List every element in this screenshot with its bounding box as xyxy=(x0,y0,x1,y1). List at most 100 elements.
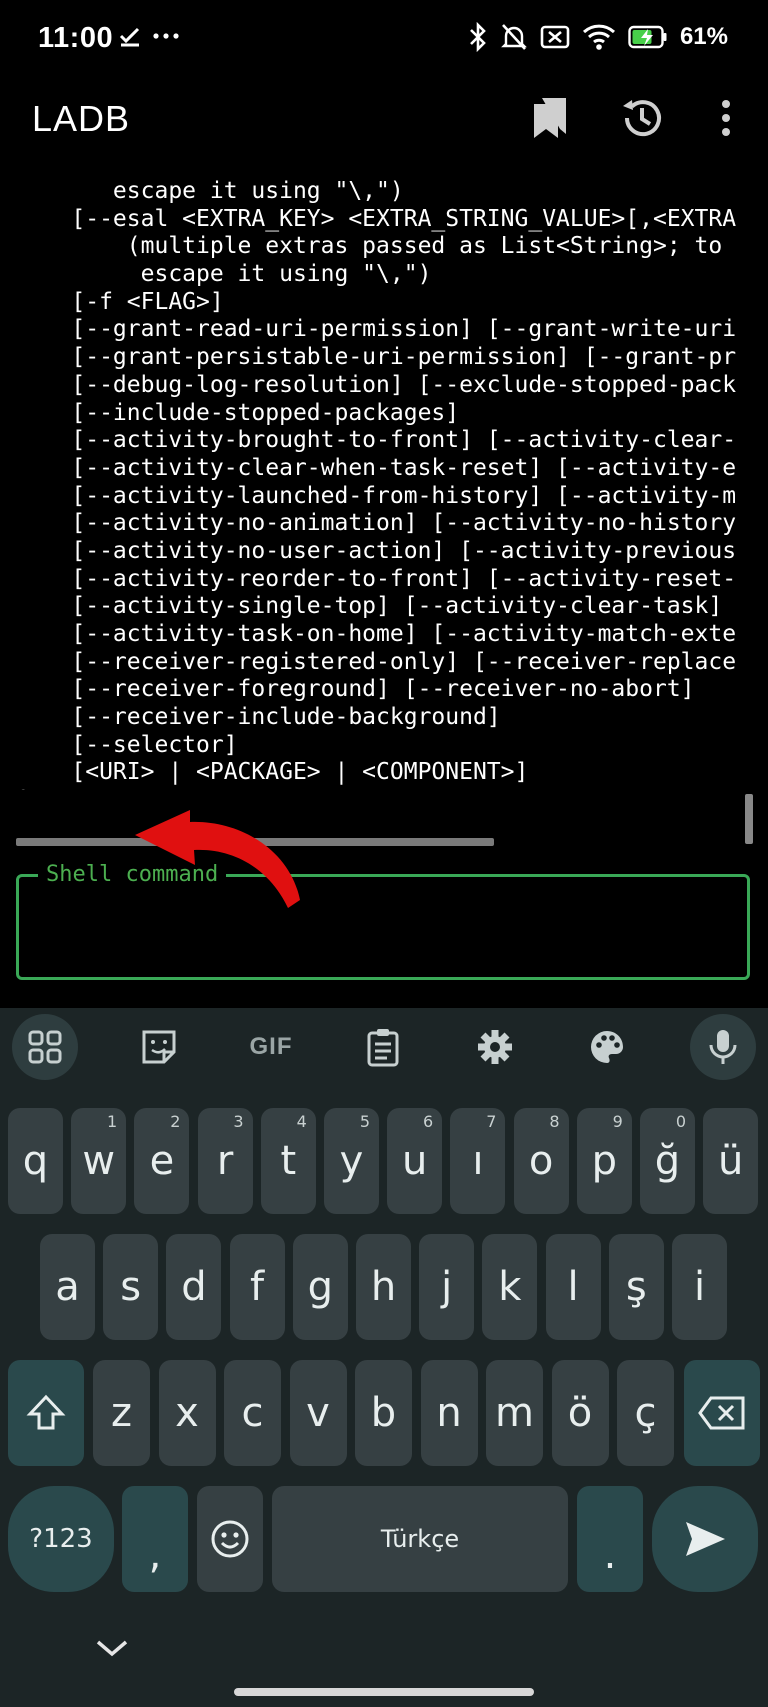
space-key[interactable]: Türkçe xyxy=(272,1486,568,1592)
key-label: o xyxy=(528,1138,554,1184)
terminal-line: [--activity-clear-when-task-reset] [--ac… xyxy=(16,454,737,481)
key-d[interactable]: d xyxy=(166,1234,222,1340)
key-label: Türkçe xyxy=(380,1525,460,1553)
key-hint: 9 xyxy=(612,1112,623,1131)
key-hint: 5 xyxy=(359,1112,370,1131)
key-b[interactable]: b xyxy=(355,1360,412,1466)
key-label: q xyxy=(22,1138,49,1184)
key-hint: 6 xyxy=(423,1112,434,1131)
terminal-line: escape it using "\,") xyxy=(16,261,432,288)
key-i[interactable]: i xyxy=(672,1234,727,1340)
key-p[interactable]: p9 xyxy=(576,1108,632,1214)
terminal-line: [-f <FLAG>] xyxy=(16,288,224,315)
key-y[interactable]: y5 xyxy=(324,1108,379,1214)
period-key[interactable]: . xyxy=(577,1486,643,1592)
settings-button[interactable] xyxy=(462,1014,528,1080)
clipboard-icon xyxy=(367,1029,399,1067)
key-c[interactable]: c xyxy=(224,1360,281,1466)
theme-button[interactable] xyxy=(574,1014,640,1080)
more-notifications-icon xyxy=(153,33,179,39)
emoji-key[interactable] xyxy=(197,1486,263,1592)
key-f[interactable]: f xyxy=(229,1234,285,1340)
key-label: i xyxy=(693,1264,706,1310)
key-r[interactable]: r3 xyxy=(197,1108,253,1214)
voice-input-button[interactable] xyxy=(690,1014,756,1080)
more-options-button[interactable] xyxy=(702,94,750,142)
gesture-navigation-bar[interactable] xyxy=(234,1688,534,1696)
terminal-output[interactable]: escape it using "\,") [--esal <EXTRA_KEY… xyxy=(0,178,752,790)
terminal-line: [--receiver-foreground] [--receiver-no-a… xyxy=(16,676,695,703)
key-label: x xyxy=(175,1390,199,1436)
terminal-result-line: Success xyxy=(0,787,752,790)
terminal-line: [--grant-read-uri-permission] [--grant-w… xyxy=(16,316,737,343)
key-label: n xyxy=(436,1390,462,1436)
emoji-icon xyxy=(211,1520,249,1558)
key-label: , xyxy=(148,1532,162,1578)
key-ç[interactable]: ç xyxy=(617,1360,674,1466)
comma-key[interactable]: , xyxy=(122,1486,188,1592)
key-q[interactable]: q xyxy=(8,1108,63,1214)
key-j[interactable]: j xyxy=(419,1234,475,1340)
key-label: l xyxy=(567,1264,579,1310)
sticker-icon xyxy=(142,1030,176,1064)
key-u[interactable]: u6 xyxy=(387,1108,443,1214)
bluetooth-icon xyxy=(470,22,486,52)
key-ğ[interactable]: ğ0 xyxy=(640,1108,695,1214)
app-title: LADB xyxy=(32,98,131,139)
key-h[interactable]: h xyxy=(356,1234,411,1340)
sticker-button[interactable] xyxy=(126,1014,192,1080)
shift-key[interactable] xyxy=(8,1360,84,1466)
key-n[interactable]: n xyxy=(420,1360,478,1466)
status-time: 11:00 xyxy=(38,22,114,54)
key-w[interactable]: w1 xyxy=(71,1108,127,1214)
key-ı[interactable]: ı7 xyxy=(450,1108,506,1214)
terminal-line: [--activity-launched-from-history] [--ac… xyxy=(16,482,737,509)
key-label: r xyxy=(216,1138,234,1184)
apps-button[interactable] xyxy=(12,1014,78,1080)
key-hint: 4 xyxy=(296,1112,307,1131)
history-button[interactable] xyxy=(618,94,666,142)
key-x[interactable]: x xyxy=(158,1360,216,1466)
key-ş[interactable]: ş xyxy=(608,1234,664,1340)
send-key[interactable] xyxy=(652,1486,758,1592)
terminal-line: [--activity-brought-to-front] [--activit… xyxy=(16,427,737,454)
key-label: w xyxy=(82,1138,116,1184)
key-l[interactable]: l xyxy=(545,1234,601,1340)
send-icon xyxy=(686,1522,725,1556)
shift-icon xyxy=(26,1394,66,1430)
key-o[interactable]: o8 xyxy=(513,1108,569,1214)
key-label: m xyxy=(495,1390,534,1436)
key-z[interactable]: z xyxy=(93,1360,150,1466)
key-g[interactable]: g xyxy=(292,1234,348,1340)
clipboard-button[interactable] xyxy=(350,1014,416,1080)
key-label: ı xyxy=(472,1138,484,1184)
key-k[interactable]: k xyxy=(482,1234,538,1340)
gif-button[interactable]: GIF xyxy=(238,1014,304,1080)
app-bar: LADB xyxy=(0,84,768,184)
terminal-line: [--receiver-registered-only] [--receiver… xyxy=(16,648,737,675)
key-label: ğ xyxy=(654,1138,681,1184)
key-m[interactable]: m xyxy=(486,1360,543,1466)
key-e[interactable]: e2 xyxy=(134,1108,190,1214)
more-vertical-icon xyxy=(722,100,730,136)
battery-charging-icon xyxy=(628,25,667,49)
key-s[interactable]: s xyxy=(103,1234,159,1340)
key-label: z xyxy=(111,1390,132,1436)
key-v[interactable]: v xyxy=(289,1360,347,1466)
key-label: ö xyxy=(567,1390,593,1436)
collapse-keyboard-icon[interactable] xyxy=(92,1636,132,1660)
bookmarks-button[interactable] xyxy=(526,94,574,142)
symbols-key[interactable]: ?123 xyxy=(8,1486,114,1592)
key-ö[interactable]: ö xyxy=(551,1360,609,1466)
key-t[interactable]: t4 xyxy=(260,1108,316,1214)
key-a[interactable]: a xyxy=(40,1234,95,1340)
key-label: ç xyxy=(634,1390,657,1436)
key-label: a xyxy=(55,1264,80,1310)
key-label: c xyxy=(241,1390,264,1436)
key-ü[interactable]: ü xyxy=(703,1108,759,1214)
terminal-line: [--activity-reorder-to-front] [--activit… xyxy=(16,565,737,592)
checkmark-notification-icon xyxy=(119,27,140,47)
vertical-scrollbar[interactable] xyxy=(745,794,753,844)
backspace-key[interactable] xyxy=(684,1360,760,1466)
key-label: t xyxy=(280,1138,297,1184)
